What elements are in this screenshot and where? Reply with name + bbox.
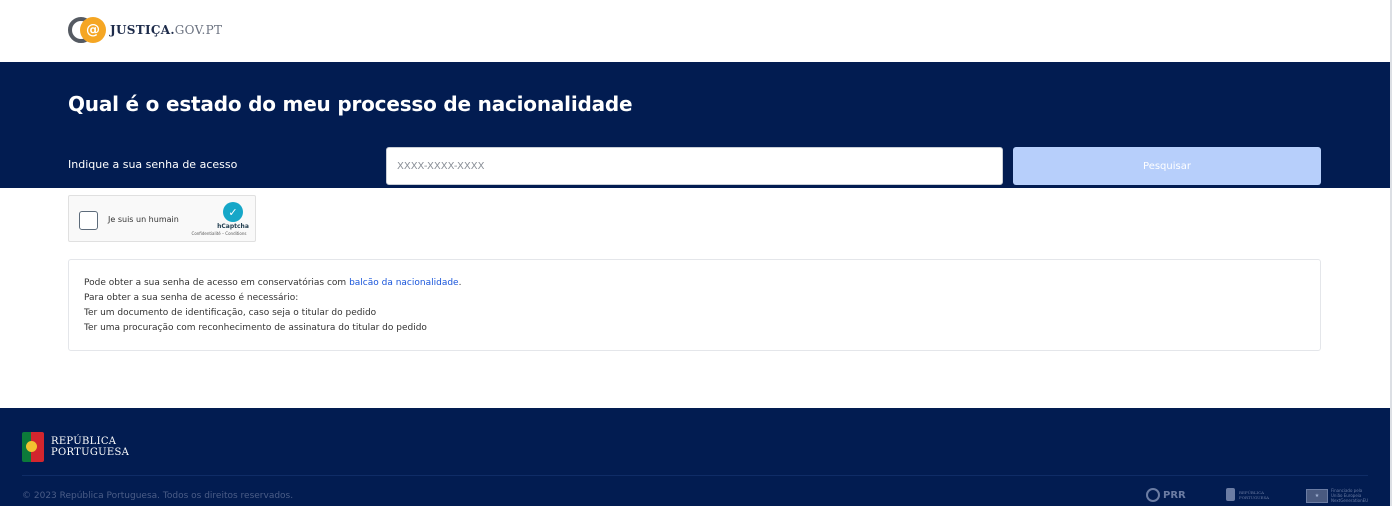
info-line-1: Pode obter a sua senha de acesso em cons… [84, 276, 1305, 291]
captcha-privacy-links[interactable]: Confidentialité – Conditions [181, 231, 257, 236]
info-line-4: Ter uma procuração com reconhecimento de… [84, 323, 427, 333]
logo-domain: GOV.PT [174, 23, 223, 37]
info-line-3: Ter um documento de identificação, caso … [84, 308, 377, 318]
hcaptcha-widget: Je suis un humain ✓ hCaptcha Confidentia… [68, 195, 256, 242]
prr-icon [1146, 488, 1160, 502]
footer-divider [22, 475, 1368, 476]
captcha-label: Je suis un humain [108, 215, 179, 224]
copyright-text: © 2023 República Portuguesa. Todos os di… [22, 491, 294, 501]
justica-logo-icon: @ [68, 16, 106, 44]
republica-portuguesa-text: REPÚBLICA PORTUGUESA [51, 436, 129, 458]
eu-flag-icon: ★ [1306, 488, 1328, 503]
info-line-1-prefix: Pode obter a sua senha de acesso em cons… [84, 278, 350, 288]
info-line-2: Para obter a sua senha de acesso é neces… [84, 293, 299, 303]
republic-line-1: REPÚBLICA [51, 436, 117, 447]
page-title: Qual é o estado do meu processo de nacio… [68, 92, 633, 116]
rp-mini-line-2: PORTUGUESA [1239, 494, 1270, 500]
site-header: @ JUSTIÇA.GOV.PT [0, 0, 1390, 62]
search-button[interactable]: Pesquisar [1013, 147, 1321, 185]
access-code-label: Indique a sua senha de acesso [68, 158, 238, 171]
republica-mini-text: REPÚBLICA PORTUGUESA [1239, 490, 1269, 500]
captcha-checkbox[interactable] [79, 211, 98, 230]
info-box: Pode obter a sua senha de acesso em cons… [68, 259, 1321, 351]
balcao-nacionalidade-link[interactable]: balcão da nacionalidade [349, 278, 459, 288]
eu-line-3: NextGenerationEU [1331, 498, 1369, 503]
republic-line-2: PORTUGUESA [51, 447, 130, 458]
logo-wordmark: JUSTIÇA.GOV.PT [110, 23, 222, 37]
republica-portuguesa-logo[interactable]: REPÚBLICA PORTUGUESA [22, 432, 129, 462]
eu-funding-logo: ★ Financiado pela União Europeia NextGen… [1306, 488, 1371, 503]
logo-name: JUSTIÇA. [110, 23, 175, 37]
prr-logo: PRR [1146, 488, 1186, 502]
captcha-brand: hCaptcha [217, 223, 249, 230]
hcaptcha-icon: ✓ [223, 202, 243, 222]
eu-funding-text: Financiado pela União Europeia NextGener… [1331, 488, 1371, 503]
info-line-1-suffix: . [458, 278, 462, 288]
access-code-input[interactable] [386, 147, 1003, 185]
prr-text: PRR [1163, 489, 1186, 501]
justica-logo[interactable]: @ JUSTIÇA.GOV.PT [68, 16, 222, 44]
footer-republica-logo: REPÚBLICA PORTUGUESA [1226, 488, 1269, 501]
page: @ JUSTIÇA.GOV.PT Qual é o estado do meu … [0, 0, 1392, 506]
portugal-flag-icon [22, 432, 44, 462]
republica-mini-icon [1226, 488, 1235, 501]
